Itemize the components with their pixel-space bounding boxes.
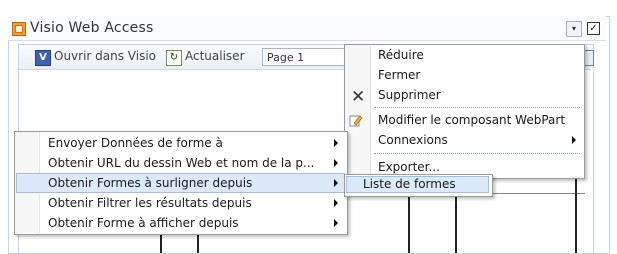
diagram-line [455, 193, 457, 253]
open-in-visio-button[interactable]: Ouvrir dans Visio [54, 49, 156, 63]
refresh-icon[interactable]: ↻ [166, 50, 182, 66]
diagram-line [160, 233, 162, 253]
diagram-line [408, 193, 410, 253]
submenu-arrow-icon [334, 179, 338, 187]
menu-item-connexions[interactable]: Connexions [378, 130, 448, 150]
menu-item-supprimer[interactable]: Supprimer [378, 85, 441, 105]
menu-item-obtenir-url[interactable]: Obtenir URL du dessin Web et nom de la p… [48, 153, 314, 173]
webpart-select-checkbox[interactable]: ✓ [587, 22, 600, 35]
webpart-title: Visio Web Access [30, 20, 154, 36]
submenu-arrow-icon [334, 219, 338, 227]
submenu-arrow-icon [334, 199, 338, 207]
menu-item-fermer[interactable]: Fermer [378, 65, 420, 85]
menu-item-liste-de-formes[interactable]: Liste de formes [363, 175, 456, 193]
webpart-menu-icon-gutter [345, 45, 371, 177]
menu-item-obtenir-filtrer[interactable]: Obtenir Filtrer les résultats depuis [48, 193, 252, 213]
menu-item-obtenir-forme-afficher[interactable]: Obtenir Forme à afficher depuis [48, 213, 239, 233]
menu-item-obtenir-formes-surligner[interactable]: Obtenir Formes à surligner depuis [48, 173, 252, 193]
close-x-icon: ✕ [351, 87, 366, 107]
menu-item-modifier-webpart[interactable]: Modifier le composant WebPart [378, 110, 565, 130]
edit-pencil-icon [349, 115, 363, 127]
submenu-arrow-icon [334, 139, 338, 147]
submenu-arrow-icon [334, 159, 338, 167]
menu-separator [374, 107, 580, 108]
diagram-line [197, 233, 199, 253]
refresh-button[interactable]: Actualiser [185, 49, 245, 63]
visio-logo-icon [12, 22, 26, 36]
menu-separator [374, 153, 580, 154]
menu-item-reduire[interactable]: Réduire [378, 45, 424, 65]
submenu-arrow-icon [572, 136, 576, 144]
diagram-line [575, 178, 577, 253]
toolbar-page-icon[interactable] [584, 50, 594, 66]
menu-item-envoyer-donnees[interactable]: Envoyer Données de forme à [48, 133, 223, 153]
visio-open-icon[interactable]: V [35, 50, 51, 66]
page-select[interactable]: Page 1 [262, 48, 346, 66]
webpart-menu-dropdown-button[interactable]: ▾ [566, 21, 582, 37]
